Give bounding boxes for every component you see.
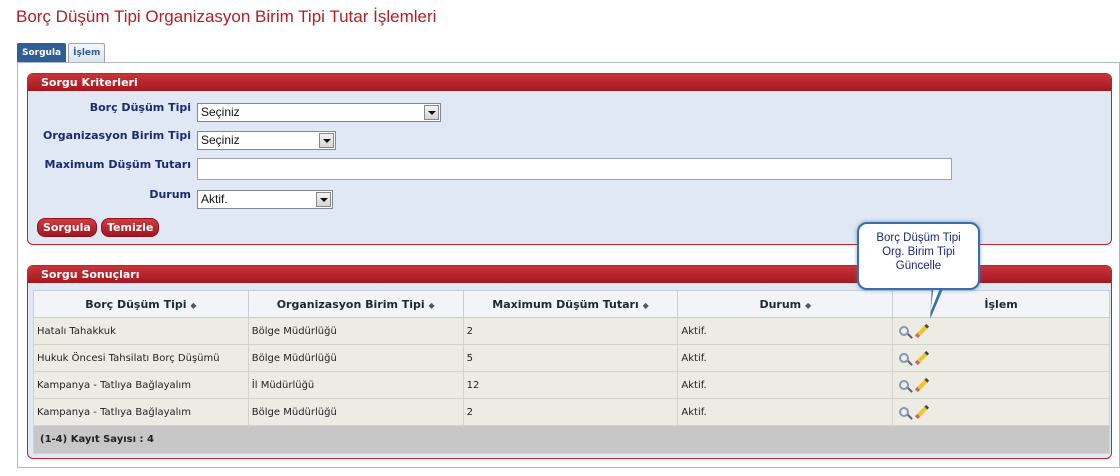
column-header-durum[interactable]: Durum ◆ xyxy=(677,290,894,318)
tab-islem[interactable]: İşlem xyxy=(68,43,106,63)
cell-durum: Aktif. xyxy=(677,398,894,426)
tooltip-line: Güncelle xyxy=(895,260,942,272)
durum-value: Aktif. xyxy=(201,192,228,206)
tooltip-line: Borç Düşüm Tipi xyxy=(876,232,961,244)
durum-select[interactable]: Aktif. xyxy=(197,190,333,209)
tooltip-line: Org. Birim Tipi xyxy=(882,246,955,258)
criteria-panel: Sorgu Kriterleri Borç Düşüm Tipi Seçiniz… xyxy=(27,73,1112,245)
cell-tutar: 2 xyxy=(462,317,679,345)
table-row: Hatalı Tahakkuk Bölge Müdürlüğü 2 Aktif. xyxy=(33,317,1110,345)
table-header-row: Borç Düşüm Tipi ◆ Organizasyon Birim Tip… xyxy=(33,290,1110,318)
page-title: Borç Düşüm Tipi Organizasyon Birim Tipi … xyxy=(16,7,437,26)
cell-actions xyxy=(892,344,1110,372)
pencil-icon[interactable] xyxy=(915,377,930,393)
magnifier-icon[interactable] xyxy=(899,326,910,336)
borc-dusum-tipi-label: Borç Düşüm Tipi xyxy=(89,101,191,114)
magnifier-icon[interactable] xyxy=(899,380,910,390)
maximum-dusum-tutari-label: Maximum Düşüm Tutarı xyxy=(44,158,191,171)
cell-durum: Aktif. xyxy=(677,371,894,399)
magnifier-icon[interactable] xyxy=(899,407,910,417)
table-footer-row: (1-4) Kayıt Sayısı : 4 xyxy=(33,425,1110,454)
sort-icon[interactable]: ◆ xyxy=(643,301,649,310)
table-row: Kampanya - Tatlıya Bağlayalım İl Müdürlü… xyxy=(33,371,1110,399)
cell-durum: Aktif. xyxy=(677,344,894,372)
column-header-organizasyon-birim-tipi[interactable]: Organizasyon Birim Tipi ◆ xyxy=(247,290,464,318)
cell-birim: İl Müdürlüğü xyxy=(247,371,464,399)
results-panel: Sorgu Sonuçları Borç Düşüm Tipi ◆ Organi… xyxy=(27,265,1112,459)
table-row: Hukuk Öncesi Tahsilatı Borç Düşümü Bölge… xyxy=(33,344,1110,372)
durum-label: Durum xyxy=(149,188,191,201)
results-table: Borç Düşüm Tipi ◆ Organizasyon Birim Tip… xyxy=(33,290,1110,454)
borc-dusum-tipi-value: Seçiniz xyxy=(201,105,240,119)
sort-icon[interactable]: ◆ xyxy=(429,301,435,310)
table-row: Kampanya - Tatlıya Bağlayalım Bölge Müdü… xyxy=(33,398,1110,426)
criteria-panel-header: Sorgu Kriterleri xyxy=(28,74,1111,91)
cell-birim: Bölge Müdürlüğü xyxy=(247,344,464,372)
cell-birim: Bölge Müdürlüğü xyxy=(247,398,464,426)
clear-button[interactable]: Temizle xyxy=(101,218,160,237)
maximum-dusum-tutari-input[interactable] xyxy=(197,158,952,180)
organizasyon-birim-tipi-value: Seçiniz xyxy=(201,133,240,147)
pencil-icon[interactable] xyxy=(915,323,930,339)
cell-actions xyxy=(892,398,1110,426)
cell-actions xyxy=(892,317,1110,345)
borc-dusum-tipi-select[interactable]: Seçiniz xyxy=(197,103,441,122)
search-button[interactable]: Sorgula xyxy=(37,218,97,237)
cell-tutar: 12 xyxy=(462,371,679,399)
organizasyon-birim-tipi-select[interactable]: Seçiniz xyxy=(197,131,336,150)
cell-tip: Kampanya - Tatlıya Bağlayalım xyxy=(33,398,249,426)
record-count: (1-4) Kayıt Sayısı : 4 xyxy=(33,425,1110,454)
cell-actions xyxy=(892,371,1110,399)
chevron-down-icon[interactable] xyxy=(319,133,334,148)
edit-tooltip: Borç Düşüm Tipi Org. Birim Tipi Güncelle xyxy=(857,222,980,290)
column-header-borc-dusum-tipi[interactable]: Borç Düşüm Tipi ◆ xyxy=(33,290,249,318)
tab-sorgula[interactable]: Sorgula xyxy=(17,43,67,63)
tab-bar: Sorgula İşlem xyxy=(17,43,106,63)
cell-tip: Hatalı Tahakkuk xyxy=(33,317,249,345)
cell-tip: Hukuk Öncesi Tahsilatı Borç Düşümü xyxy=(33,344,249,372)
pencil-icon[interactable] xyxy=(915,350,930,366)
column-header-maximum-dusum-tutari[interactable]: Maximum Düşüm Tutarı ◆ xyxy=(462,290,679,318)
cell-birim: Bölge Müdürlüğü xyxy=(247,317,464,345)
organizasyon-birim-tipi-label: Organizasyon Birim Tipi xyxy=(43,129,191,142)
pencil-icon[interactable] xyxy=(915,404,930,420)
sort-icon[interactable]: ◆ xyxy=(190,301,196,310)
cell-tutar: 2 xyxy=(462,398,679,426)
chevron-down-icon[interactable] xyxy=(424,105,439,120)
cell-tip: Kampanya - Tatlıya Bağlayalım xyxy=(33,371,249,399)
sort-icon[interactable]: ◆ xyxy=(805,301,811,310)
cell-durum: Aktif. xyxy=(677,317,894,345)
cell-tutar: 5 xyxy=(462,344,679,372)
magnifier-icon[interactable] xyxy=(899,353,910,363)
chevron-down-icon[interactable] xyxy=(316,192,331,207)
